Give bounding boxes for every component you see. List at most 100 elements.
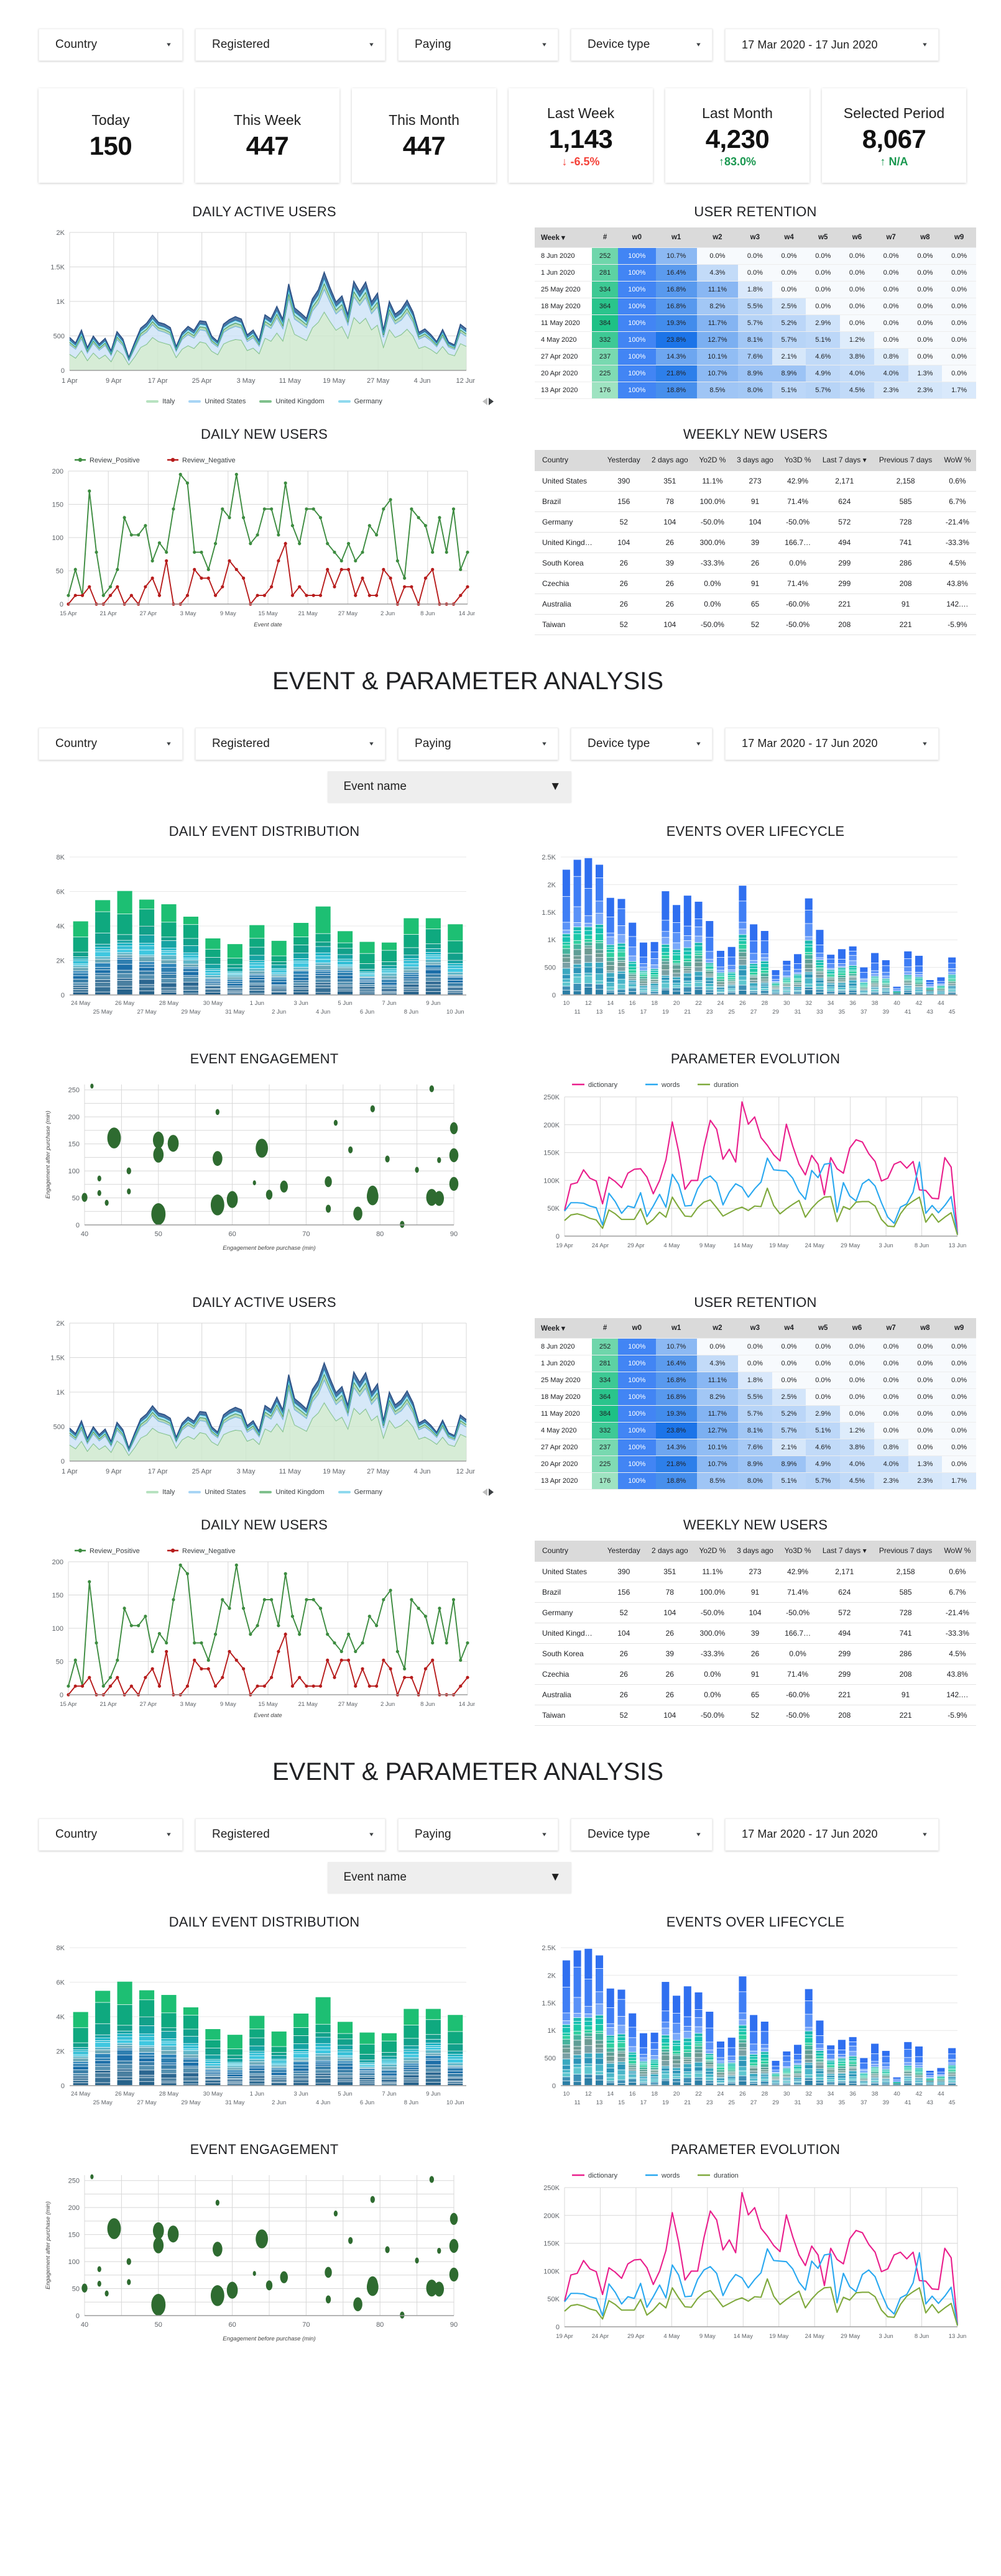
filter-paying[interactable]: Paying ▼ <box>398 1818 558 1851</box>
legend-item[interactable]: Germany <box>338 1488 382 1496</box>
wnu-col-header: Yo3D % <box>779 1540 817 1562</box>
retention-cell: 100% <box>618 382 656 399</box>
filter-paying[interactable]: Paying ▼ <box>398 29 558 61</box>
retention-cell: 3.8% <box>840 1439 874 1456</box>
legend-item[interactable]: Italy <box>146 1488 175 1496</box>
retention-cell: 2.9% <box>806 1405 841 1423</box>
retention-cell: 0.0% <box>840 1355 874 1372</box>
table-row: 20 Apr 2020 225 100% 21.8% 10.7% 8.9% 8.9% 4.9%… <box>535 1455 976 1473</box>
chevron-down-icon: ▼ <box>165 1831 172 1838</box>
retention-cell: 5.7% <box>738 1405 772 1423</box>
retention-cell: 0.0% <box>772 264 806 282</box>
svg-text:45: 45 <box>949 2099 956 2106</box>
filter-country[interactable]: Country ▼ <box>39 29 183 61</box>
retention-cell: 0.0% <box>874 1388 908 1406</box>
legend-item[interactable]: United States <box>188 398 246 405</box>
kpi-card: Today 150 <box>39 88 183 183</box>
prev-arrow-icon[interactable] <box>482 398 487 405</box>
kpi-card: This Month 447 <box>352 88 496 183</box>
wnu-yesterday: 104 <box>601 1623 646 1644</box>
wnu-col-header[interactable]: Last 7 days ▾ <box>816 1540 873 1562</box>
filter-device-type[interactable]: Device type ▼ <box>571 727 713 760</box>
filter-registered[interactable]: Registered ▼ <box>195 1818 385 1851</box>
retention-count: 225 <box>592 365 619 382</box>
retention-week: 27 Apr 2020 <box>535 348 592 365</box>
prev-arrow-icon[interactable] <box>482 1488 487 1496</box>
card-daily-active-users: DAILY ACTIVE USERS 0 500 1K 1.5K 2K 1 Apr 9 Ap… <box>19 183 510 405</box>
filter-device-type[interactable]: Device type ▼ <box>571 1818 713 1851</box>
svg-text:1.5K: 1.5K <box>542 1999 556 2007</box>
chart-ded-1: 0 2K 4K 6K 8K 24 May 25 May 26 May 27 May 28 May 2… <box>19 843 510 1030</box>
table-row: United States 390 351 11.1% 273 42.9% 2,171 2,1… <box>535 470 976 492</box>
next-arrow-icon[interactable] <box>489 1488 494 1496</box>
kpi-label: Selected Period <box>843 104 945 121</box>
svg-text:500: 500 <box>53 333 65 341</box>
retention-week: 13 Apr 2020 <box>535 1472 592 1490</box>
wnu-country: South Korea <box>535 552 602 574</box>
wnu-yesterday: 52 <box>601 511 646 533</box>
retention-week: 27 Apr 2020 <box>535 1439 592 1456</box>
wnu-wow: 0.6% <box>938 1561 976 1582</box>
svg-text:14: 14 <box>607 2091 614 2097</box>
retention-cell: 10.1% <box>696 1439 738 1456</box>
svg-text:27 May: 27 May <box>137 1009 156 1015</box>
filter-country[interactable]: Country ▼ <box>39 727 183 760</box>
filter-event-name[interactable]: Event name ▼ <box>327 1861 571 1893</box>
filter-registered[interactable]: Registered ▼ <box>195 29 385 61</box>
retention-col-header: w3 <box>738 1318 772 1339</box>
filter-event-name[interactable]: Event name ▼ <box>327 771 571 802</box>
retention-col-header[interactable]: Week ▾ <box>535 227 592 248</box>
wnu-3days: 91 <box>731 491 780 512</box>
retention-cell: 0.0% <box>738 264 772 282</box>
legend-pager[interactable] <box>482 398 494 405</box>
wnu-yo3d: 0.0% <box>779 1643 817 1664</box>
table-row: 20 Apr 2020 225 100% 21.8% 10.7% 8.9% 8.9% 4.9%… <box>535 365 976 382</box>
wnu-col-header[interactable]: Last 7 days ▾ <box>816 450 873 471</box>
retention-cell: 2.5% <box>772 298 806 315</box>
svg-text:35: 35 <box>839 2099 846 2106</box>
legend-item[interactable]: United Kingdom <box>259 398 325 405</box>
filter-paying[interactable]: Paying ▼ <box>398 727 558 760</box>
svg-text:29 May: 29 May <box>841 2333 860 2340</box>
legend-item[interactable]: United States <box>188 1488 246 1496</box>
legend-item[interactable]: Italy <box>146 398 175 405</box>
filter-date-range[interactable]: 17 Mar 2020 - 17 Jun 2020 ▼ <box>725 1818 939 1851</box>
svg-text:4 Jun: 4 Jun <box>414 377 431 385</box>
retention-week: 11 May 2020 <box>535 1405 592 1423</box>
svg-text:11: 11 <box>574 2099 581 2106</box>
wnu-3days: 52 <box>731 614 780 635</box>
filter-device-type[interactable]: Device type ▼ <box>571 29 713 61</box>
svg-text:100: 100 <box>68 2258 80 2266</box>
retention-cell: 4.0% <box>840 1455 874 1473</box>
wnu-yesterday: 26 <box>601 1643 646 1664</box>
svg-text:17: 17 <box>640 2099 647 2106</box>
legend-item[interactable]: United Kingdom <box>259 1488 325 1496</box>
legend-pager[interactable] <box>482 1488 494 1496</box>
wnu-2days: 351 <box>645 1561 694 1582</box>
filter-date-range[interactable]: 17 Mar 2020 - 17 Jun 2020 ▼ <box>725 727 939 760</box>
svg-text:2K: 2K <box>548 1972 556 1979</box>
wnu-wow: 6.7% <box>938 491 976 512</box>
legend-item[interactable]: Germany <box>338 398 382 405</box>
retention-col-header[interactable]: Week ▾ <box>535 1318 592 1339</box>
svg-text:13: 13 <box>596 1009 603 1015</box>
next-arrow-icon[interactable] <box>489 398 494 405</box>
svg-text:30 May: 30 May <box>203 2091 223 2097</box>
wnu-country: Germany <box>535 511 602 533</box>
filter-country[interactable]: Country ▼ <box>39 1818 183 1851</box>
retention-col-header: w9 <box>942 227 976 248</box>
svg-text:90: 90 <box>450 2321 458 2329</box>
legend-swatch-icon <box>259 1490 272 1493</box>
card-event-engagement: EVENT ENGAGEMENT 0 50 100 150 200 250 40 50 60 70… <box>19 1030 510 1257</box>
retention-col-header: w5 <box>806 1318 841 1339</box>
retention-cell: 10.7% <box>696 1455 738 1473</box>
retention-count: 225 <box>592 1455 619 1473</box>
filter-date-range[interactable]: 17 Mar 2020 - 17 Jun 2020 ▼ <box>725 29 939 61</box>
wnu-yesterday: 390 <box>601 1561 646 1582</box>
svg-text:19 May: 19 May <box>323 1468 346 1475</box>
filter-registered[interactable]: Registered ▼ <box>195 727 385 760</box>
row-ee-pe: EVENT ENGAGEMENT 0 50 100 150 200 250 40 50 60 70… <box>0 1030 1001 1257</box>
svg-text:9 Jun: 9 Jun <box>426 1000 440 1007</box>
retention-cell: 0.0% <box>942 1372 976 1389</box>
retention-cell: 19.3% <box>655 314 697 332</box>
